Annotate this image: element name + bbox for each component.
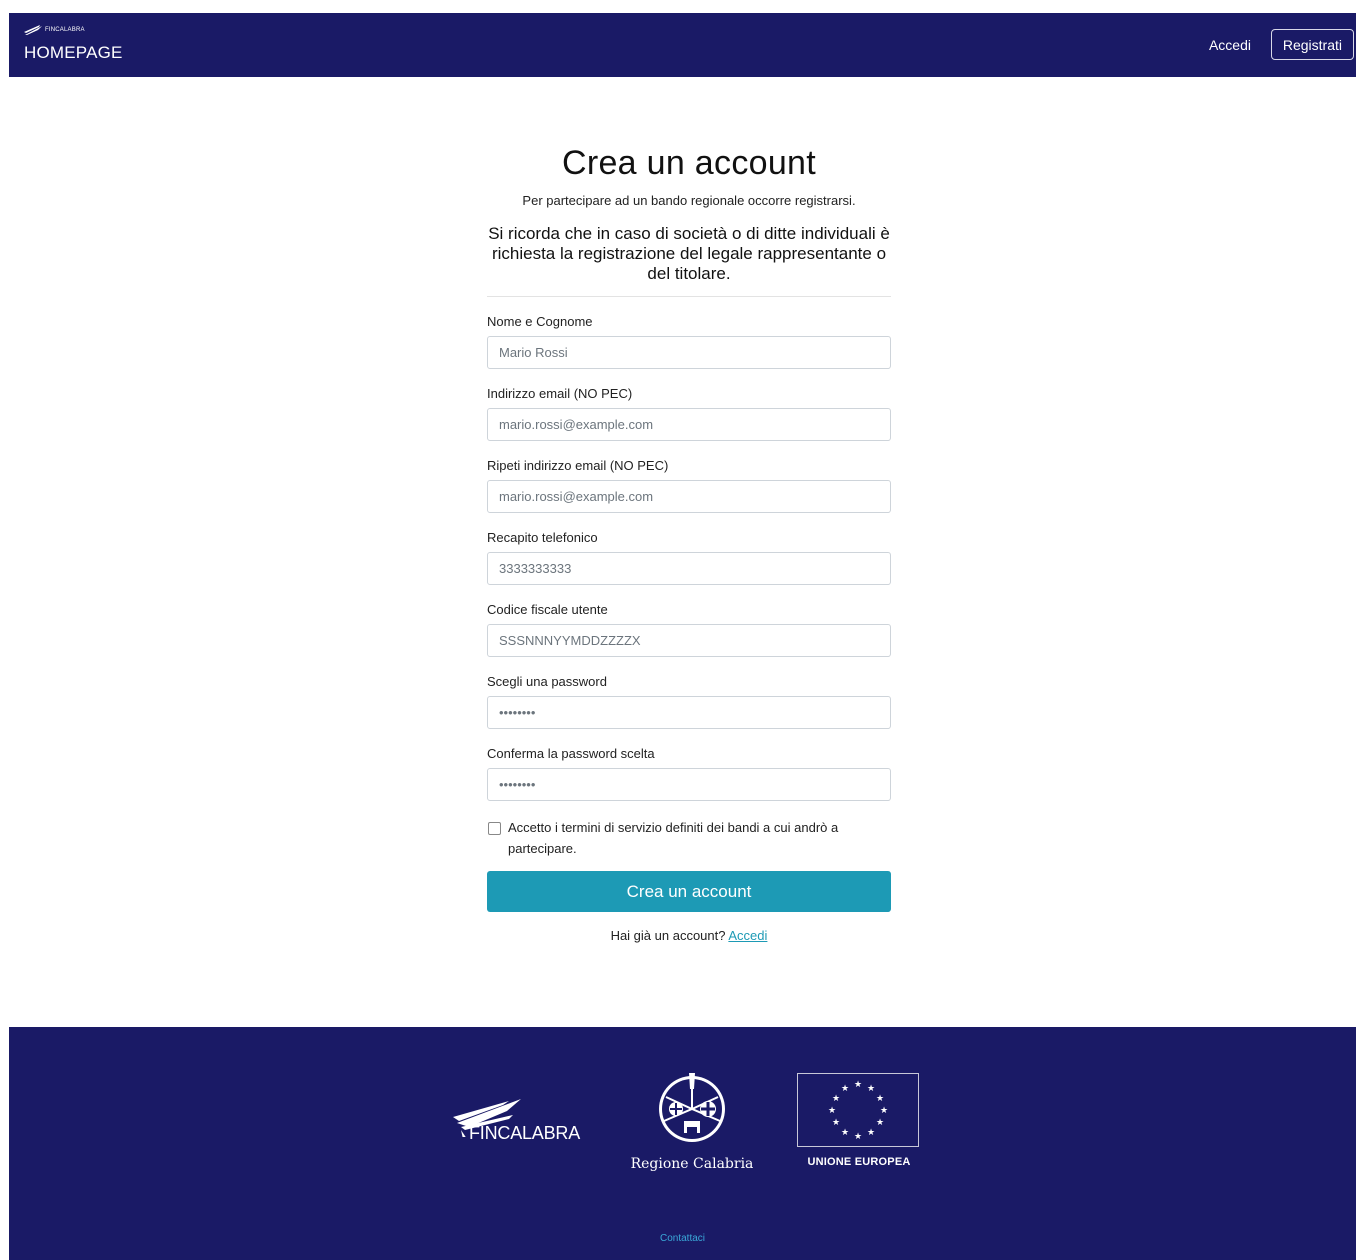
register-form: Crea un account Per partecipare ad un ba…	[487, 130, 891, 943]
svg-text:★: ★	[876, 1094, 884, 1104]
brand-homepage-link[interactable]: FINCALABRA HOMEPAGE	[24, 23, 123, 63]
svg-text:★: ★	[828, 1106, 836, 1116]
brand-small-text: FINCALABRA	[45, 27, 85, 33]
email-repeat-label: Ripeti indirizzo email (NO PEC)	[487, 458, 669, 473]
svg-text:★: ★	[867, 1128, 875, 1138]
svg-text:★: ★	[867, 1084, 875, 1094]
already-account-text: Hai già un account?	[610, 928, 726, 943]
field-full-name: Nome e Cognome	[487, 314, 891, 369]
full-name-input[interactable]	[487, 336, 891, 369]
page-subtitle: Per partecipare ad un bando regionale oc…	[522, 193, 856, 208]
svg-text:★: ★	[832, 1118, 840, 1128]
phone-input[interactable]	[487, 552, 891, 585]
fincalabra-logo: FINCALABRA	[451, 1097, 580, 1143]
legal-notice: Si ricorda che in caso di società o di d…	[488, 224, 890, 283]
phone-label: Recapito telefonico	[487, 530, 598, 545]
footer: FINCALABRA Regione Calabria ★ ★ ★ ★ ★ ★ …	[9, 1027, 1356, 1260]
email-label: Indirizzo email (NO PEC)	[487, 386, 633, 401]
eu-flag-icon: ★ ★ ★ ★ ★ ★ ★ ★ ★ ★ ★ ★	[797, 1073, 919, 1147]
field-email: Indirizzo email (NO PEC)	[487, 386, 891, 441]
password-input[interactable]	[487, 696, 891, 729]
tax-code-input[interactable]	[487, 624, 891, 657]
svg-text:★: ★	[854, 1132, 862, 1142]
regione-calabria-logo: Regione Calabria	[629, 1069, 755, 1172]
regione-calabria-text: Regione Calabria	[630, 1156, 754, 1172]
eu-text: UNIONE EUROPEA	[807, 1156, 911, 1168]
european-union-logo: ★ ★ ★ ★ ★ ★ ★ ★ ★ ★ ★ ★ UNIONE EUROPEA	[797, 1073, 921, 1168]
regione-calabria-crest-icon	[659, 1073, 725, 1142]
nav-register-button[interactable]: Registrati	[1270, 29, 1354, 60]
password-label: Scegli una password	[487, 674, 607, 689]
divider	[487, 296, 891, 297]
page-title: Crea un account	[562, 144, 816, 182]
already-account-row: Hai già un account? Accedi	[487, 928, 891, 943]
terms-checkbox[interactable]	[488, 822, 501, 835]
create-account-button[interactable]: Crea un account	[487, 871, 891, 912]
password-confirm-input[interactable]	[487, 768, 891, 801]
field-email-repeat: Ripeti indirizzo email (NO PEC)	[487, 458, 891, 513]
email-repeat-input[interactable]	[487, 480, 891, 513]
fincalabra-mini-logo: FINCALABRA	[24, 23, 123, 37]
field-phone: Recapito telefonico	[487, 530, 891, 585]
svg-text:★: ★	[880, 1106, 888, 1116]
field-password: Scegli una password	[487, 674, 891, 729]
fincalabra-logo-text: FINCALABRA	[469, 1123, 581, 1143]
field-password-confirm: Conferma la password scelta	[487, 746, 891, 801]
top-navbar: FINCALABRA HOMEPAGE Accedi Registrati	[9, 13, 1356, 77]
svg-text:★: ★	[854, 1080, 862, 1090]
svg-text:★: ★	[841, 1128, 849, 1138]
tax-code-label: Codice fiscale utente	[487, 602, 608, 617]
login-link[interactable]: Accedi	[728, 928, 767, 943]
terms-row: Accetto i termini di servizio definiti d…	[487, 817, 891, 859]
svg-text:★: ★	[841, 1084, 849, 1094]
contact-link[interactable]: Contattaci	[9, 1233, 1356, 1244]
brand-homepage-text: HOMEPAGE	[24, 43, 123, 62]
email-input[interactable]	[487, 408, 891, 441]
password-confirm-label: Conferma la password scelta	[487, 746, 655, 761]
full-name-label: Nome e Cognome	[487, 314, 593, 329]
fincalabra-wing-icon	[24, 25, 42, 35]
field-tax-code: Codice fiscale utente	[487, 602, 891, 657]
svg-text:★: ★	[876, 1118, 884, 1128]
nav-login-link[interactable]: Accedi	[1209, 37, 1251, 53]
terms-label: Accetto i termini di servizio definiti d…	[508, 820, 839, 856]
svg-text:★: ★	[832, 1094, 840, 1104]
